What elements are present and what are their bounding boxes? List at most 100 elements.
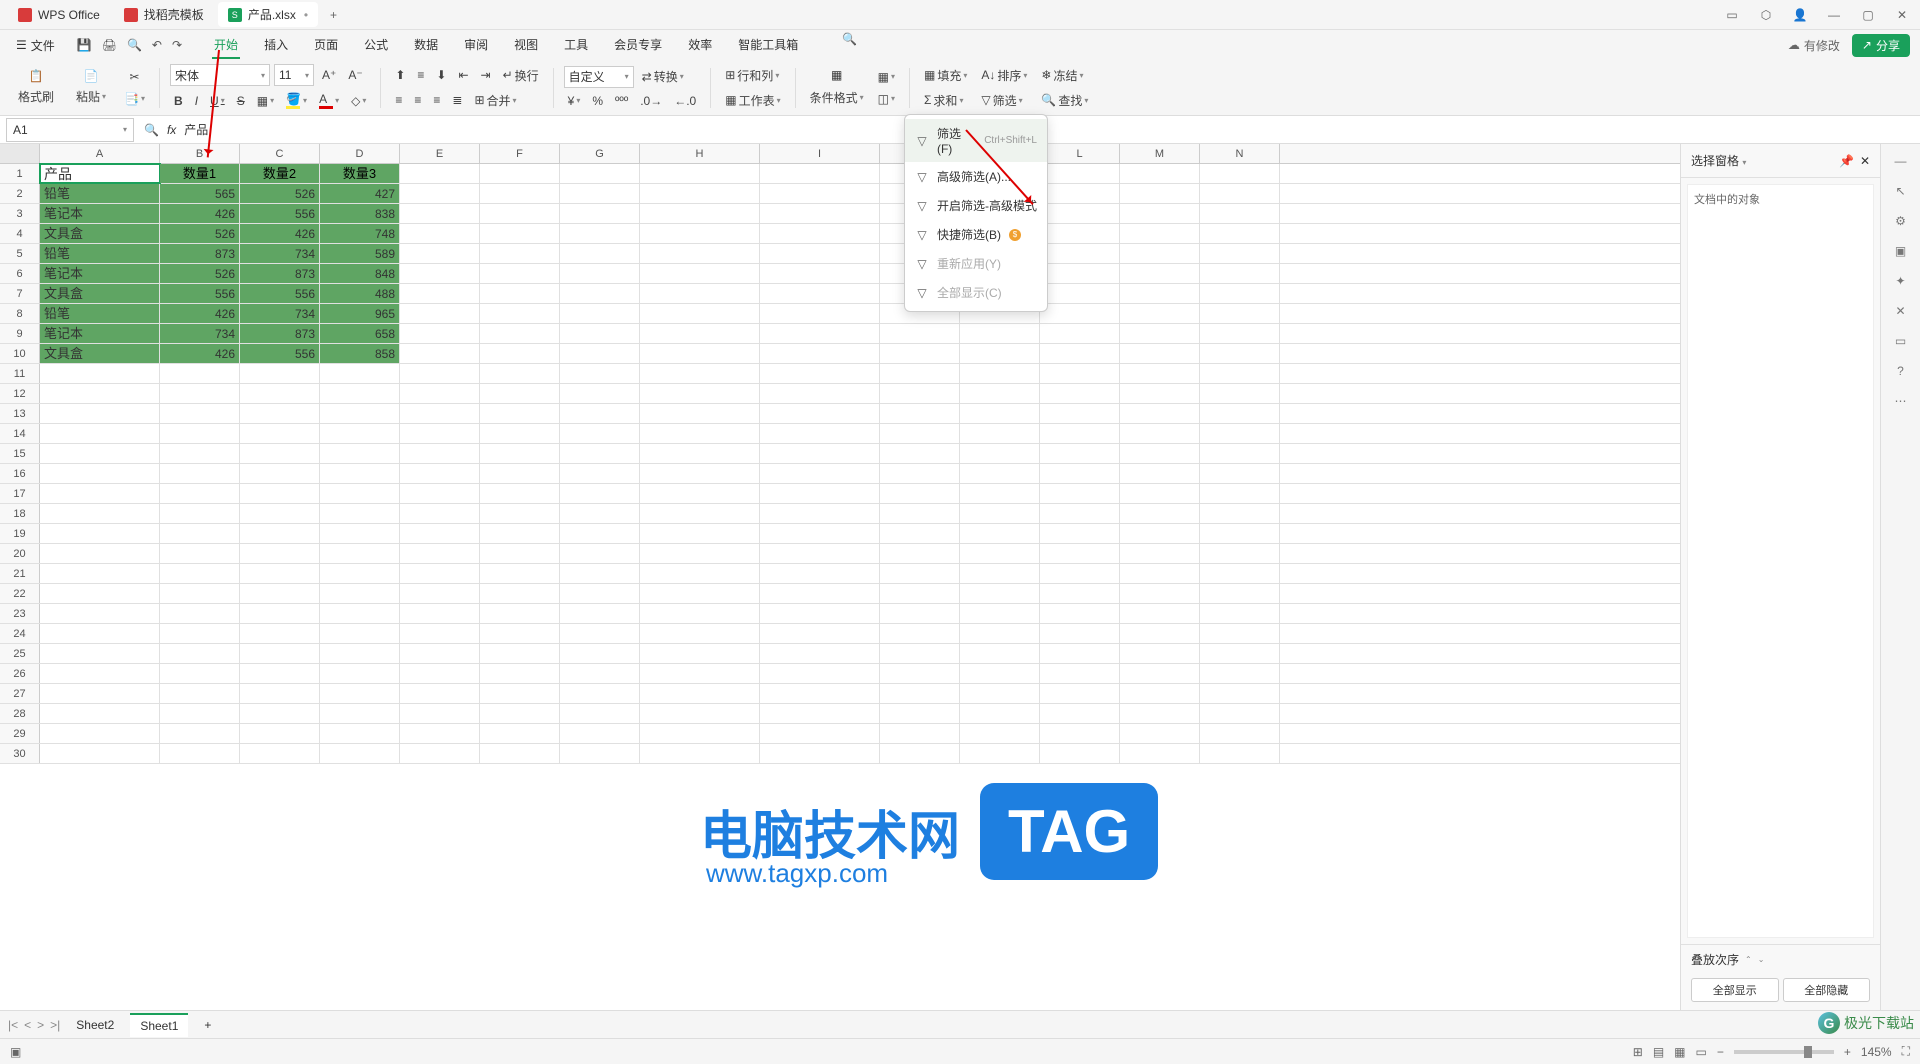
col-header[interactable]: E (400, 144, 480, 163)
cell[interactable] (160, 664, 240, 683)
cell[interactable] (480, 544, 560, 563)
col-header[interactable]: G (560, 144, 640, 163)
cell[interactable] (960, 684, 1040, 703)
cell[interactable] (1200, 404, 1280, 423)
cell[interactable]: 526 (240, 184, 320, 203)
dd-advanced-filter[interactable]: ▽ 高级筛选(A)... (905, 162, 1047, 191)
cell[interactable] (1120, 484, 1200, 503)
cell[interactable] (1040, 384, 1120, 403)
cell[interactable] (1040, 424, 1120, 443)
maximize-button[interactable]: ▢ (1858, 5, 1878, 25)
cell[interactable] (960, 604, 1040, 623)
cell[interactable] (160, 444, 240, 463)
cell[interactable] (760, 684, 880, 703)
redo-icon[interactable]: ↷ (172, 38, 182, 52)
cell[interactable]: 数量3 (320, 164, 400, 183)
cell[interactable]: 526 (160, 224, 240, 243)
cell[interactable] (1120, 524, 1200, 543)
preview-icon[interactable]: 🔍 (127, 38, 142, 52)
cell[interactable] (40, 544, 160, 563)
cell[interactable] (560, 344, 640, 363)
cell[interactable] (320, 664, 400, 683)
col-header[interactable]: F (480, 144, 560, 163)
cell[interactable] (320, 404, 400, 423)
cell[interactable] (1120, 444, 1200, 463)
row-header[interactable]: 17 (0, 484, 40, 503)
filter-button[interactable]: ▽筛选▾ (977, 90, 1031, 111)
pin-icon[interactable]: 📌 (1839, 154, 1854, 168)
cell[interactable] (640, 344, 760, 363)
cell[interactable]: 556 (240, 344, 320, 363)
cell[interactable] (400, 704, 480, 723)
cell[interactable] (760, 424, 880, 443)
cell[interactable] (240, 364, 320, 383)
cell[interactable] (240, 724, 320, 743)
cell[interactable] (880, 344, 960, 363)
cell[interactable] (760, 664, 880, 683)
cell[interactable] (880, 644, 960, 663)
cell[interactable] (480, 264, 560, 283)
cell[interactable]: 838 (320, 204, 400, 223)
cell[interactable] (240, 404, 320, 423)
hide-all-button[interactable]: 全部隐藏 (1783, 978, 1871, 1002)
cell[interactable] (960, 564, 1040, 583)
tab-insert[interactable]: 插入 (262, 32, 290, 59)
cell[interactable] (320, 684, 400, 703)
prev-sheet-icon[interactable]: < (24, 1018, 31, 1032)
cell[interactable] (160, 544, 240, 563)
cell[interactable] (960, 364, 1040, 383)
align-right[interactable]: ≡ (429, 91, 444, 109)
cell[interactable] (640, 264, 760, 283)
cell[interactable] (1120, 324, 1200, 343)
bold-button[interactable]: B (170, 92, 187, 110)
tab-document[interactable]: S 产品.xlsx • (218, 2, 318, 27)
cell[interactable] (1040, 364, 1120, 383)
cell[interactable] (880, 744, 960, 763)
fill-button[interactable]: ▦填充▾ (920, 65, 971, 86)
cell[interactable] (480, 684, 560, 703)
cell[interactable] (760, 504, 880, 523)
cell[interactable] (40, 364, 160, 383)
cell[interactable] (1040, 344, 1120, 363)
cell[interactable] (560, 604, 640, 623)
cell[interactable]: 734 (160, 324, 240, 343)
cell[interactable] (1200, 424, 1280, 443)
cell[interactable] (40, 724, 160, 743)
cell[interactable] (480, 444, 560, 463)
cell[interactable] (1200, 524, 1280, 543)
cell[interactable] (1200, 684, 1280, 703)
cell[interactable] (1200, 624, 1280, 643)
row-header[interactable]: 15 (0, 444, 40, 463)
fx-label[interactable]: fx (167, 123, 176, 137)
down-icon[interactable]: ⌄ (1758, 955, 1765, 964)
cell[interactable] (560, 464, 640, 483)
cell[interactable] (480, 164, 560, 183)
cell[interactable] (640, 284, 760, 303)
cell[interactable] (1120, 704, 1200, 723)
cell[interactable] (1200, 544, 1280, 563)
cell[interactable] (480, 324, 560, 343)
cell[interactable] (1120, 504, 1200, 523)
cell[interactable] (1200, 744, 1280, 763)
cell[interactable] (760, 464, 880, 483)
next-sheet-icon[interactable]: > (37, 1018, 44, 1032)
cell[interactable] (560, 584, 640, 603)
col-header[interactable]: C (240, 144, 320, 163)
cell[interactable] (40, 684, 160, 703)
cell[interactable] (480, 424, 560, 443)
cell[interactable] (160, 604, 240, 623)
indent-inc[interactable]: ⇥ (477, 66, 495, 84)
col-header[interactable]: D (320, 144, 400, 163)
cell[interactable] (480, 484, 560, 503)
cell[interactable] (400, 244, 480, 263)
cell[interactable] (480, 384, 560, 403)
cell[interactable] (1200, 304, 1280, 323)
cell[interactable] (760, 564, 880, 583)
settings-icon[interactable]: ⚙ (1895, 214, 1906, 228)
cell[interactable] (480, 524, 560, 543)
row-header[interactable]: 5 (0, 244, 40, 263)
cell[interactable] (480, 504, 560, 523)
cell[interactable] (640, 664, 760, 683)
cell[interactable] (1120, 744, 1200, 763)
tab-start[interactable]: 开始 (212, 32, 240, 59)
